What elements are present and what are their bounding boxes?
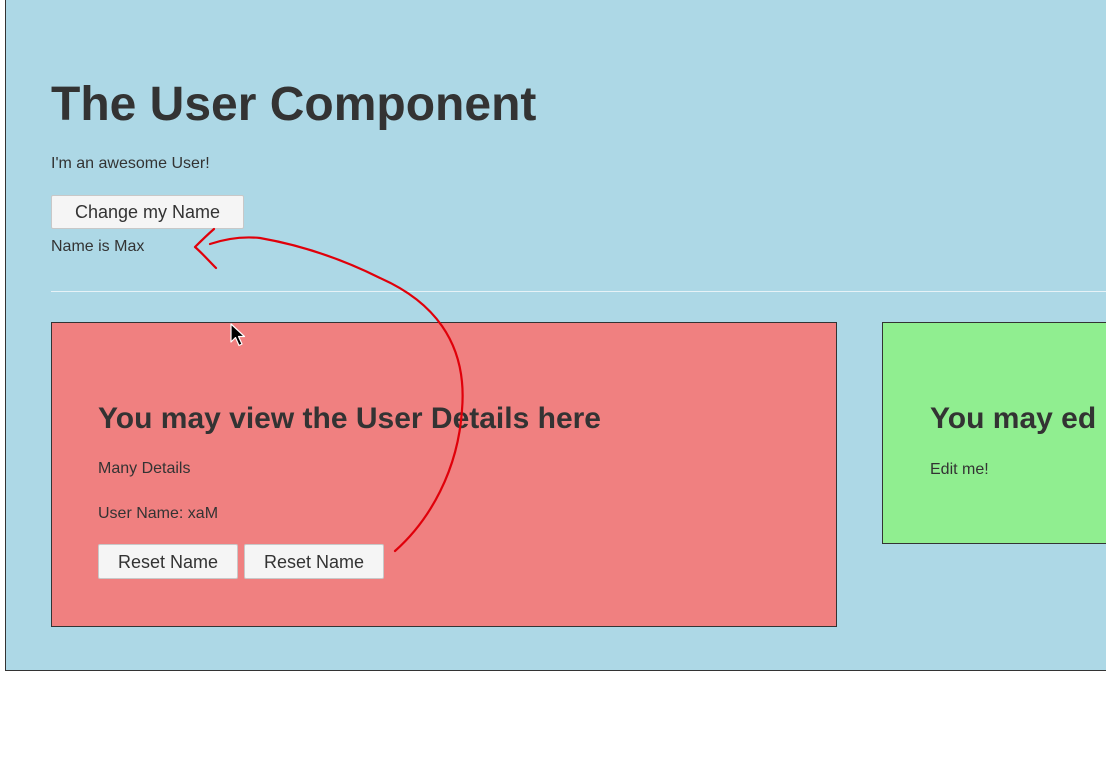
- many-details-text: Many Details: [98, 460, 191, 477]
- edit-me-text: Edit me!: [930, 461, 989, 478]
- user-detail-panel: You may view the User Details here Many …: [51, 322, 837, 627]
- user-name-text: User Name: xaM: [98, 505, 219, 522]
- horizontal-divider: [51, 291, 1106, 292]
- user-component: The User Component I'm an awesome User! …: [5, 0, 1106, 671]
- screenshot-stage: The User Component I'm an awesome User! …: [0, 0, 1106, 781]
- page-title: The User Component: [51, 78, 537, 131]
- user-edit-heading: You may ed: [930, 402, 1097, 435]
- user-edit-panel: You may ed Edit me!: [882, 322, 1106, 544]
- user-subtitle: I'm an awesome User!: [51, 155, 210, 172]
- change-name-button[interactable]: Change my Name: [51, 195, 244, 229]
- reset-name-button-1[interactable]: Reset Name: [98, 544, 238, 579]
- reset-name-button-2[interactable]: Reset Name: [244, 544, 384, 579]
- user-detail-heading: You may view the User Details here: [98, 402, 601, 435]
- name-status-text: Name is Max: [51, 238, 145, 255]
- mouse-pointer-icon: [230, 323, 246, 347]
